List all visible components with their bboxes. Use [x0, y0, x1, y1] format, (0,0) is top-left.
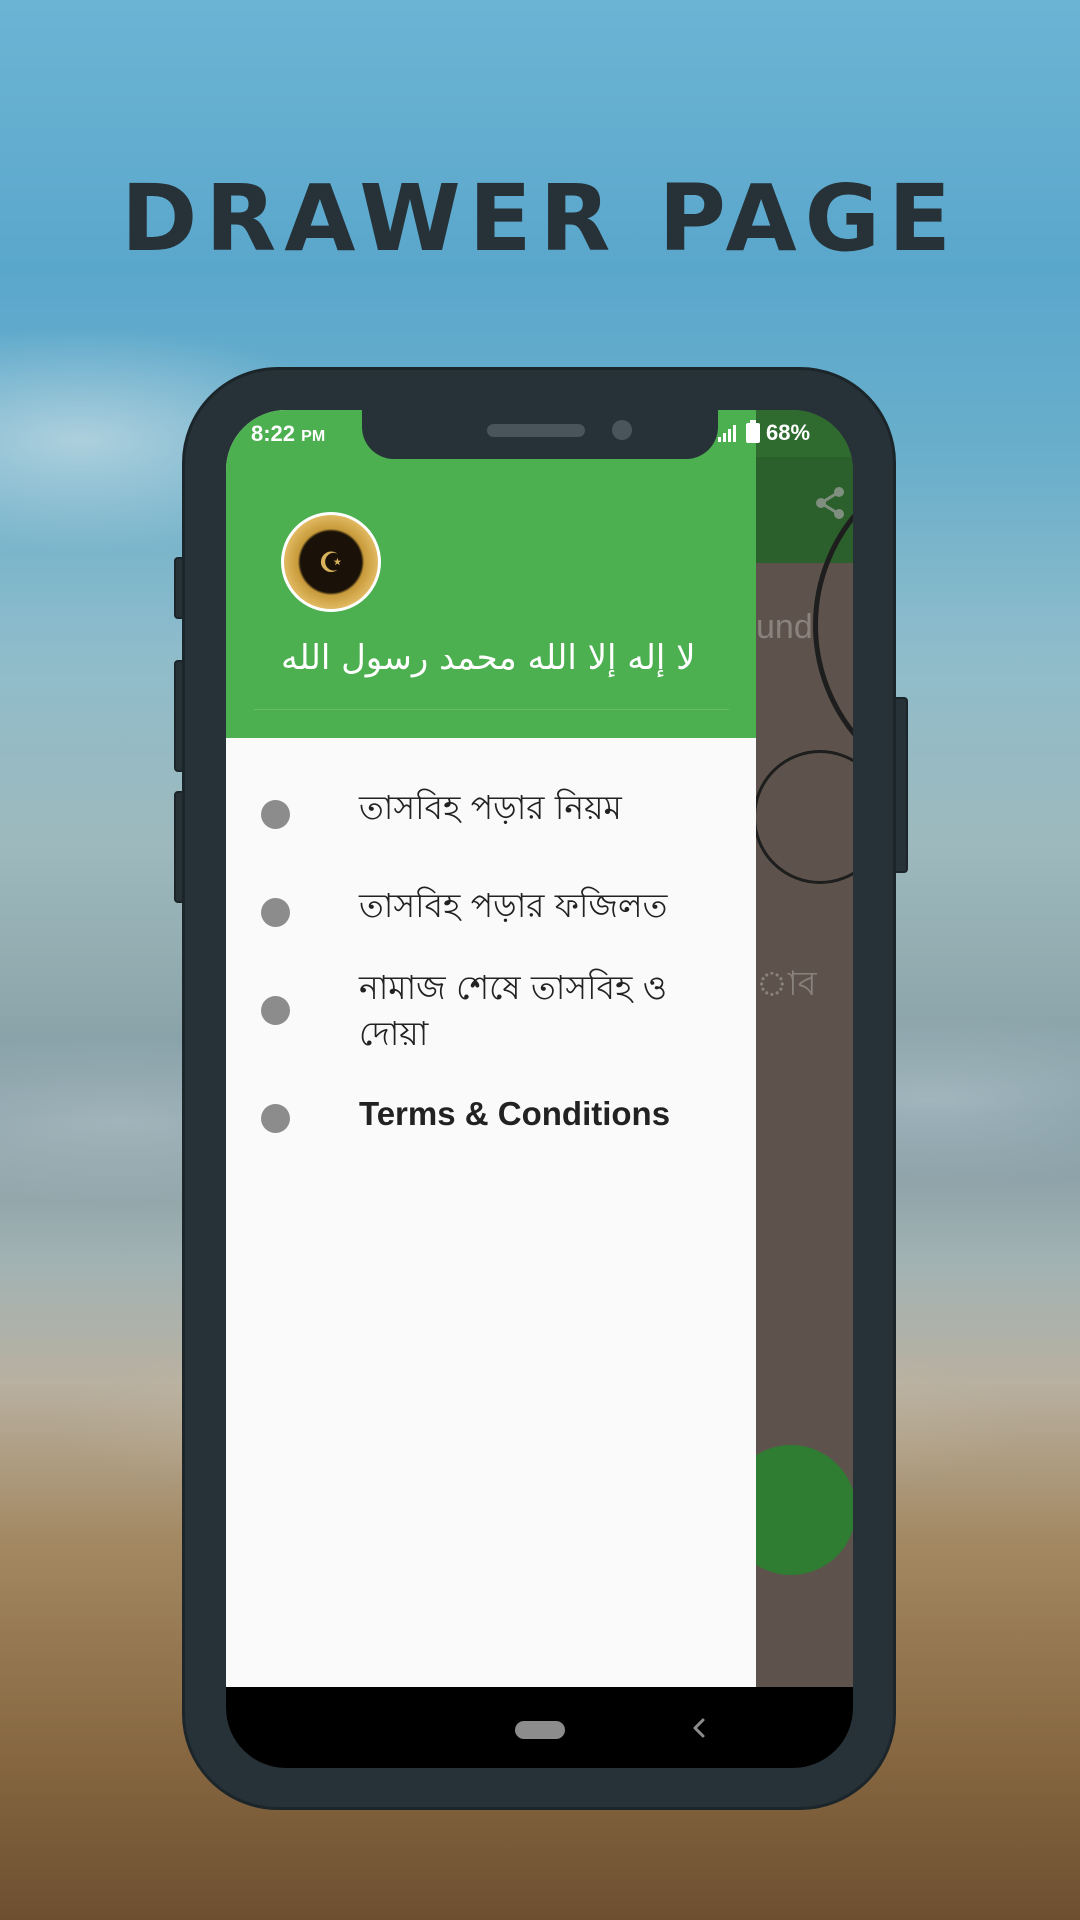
status-time-ampm: PM	[301, 428, 326, 445]
drawer-item-tasbih-rules[interactable]: তাসবিহ পড়ার নিয়ম	[226, 785, 756, 845]
drawer-header-text: لا إله إلا الله محمد رسول الله	[281, 638, 696, 678]
drawer-item-after-prayer-tasbih[interactable]: নামাজ শেষে তাসবিহ ও দোয়া	[226, 953, 756, 1053]
navigation-drawer: ☪ لا إله إلا الله محمد رسول الله তাসবিহ …	[226, 410, 756, 1694]
drawer-item-label: নামাজ শেষে তাসবিহ ও দোয়া	[359, 968, 668, 1053]
back-chevron-icon[interactable]	[686, 1715, 712, 1741]
bullet-icon	[261, 1104, 290, 1133]
drawer-item-label: Terms & Conditions	[359, 1095, 671, 1132]
status-time: 8:22 PM	[251, 421, 325, 447]
home-pill-icon[interactable]	[515, 1721, 565, 1739]
status-icons: 68%	[716, 420, 810, 446]
battery-percent: 68%	[766, 420, 811, 445]
signal-icon	[718, 425, 736, 442]
phone-speaker	[487, 424, 585, 437]
drawer-header: ☪ لا إله إلا الله محمد رسول الله	[226, 410, 756, 738]
bullet-icon	[261, 800, 290, 829]
allah-calligraphy-avatar: ☪	[281, 512, 381, 612]
bullet-icon	[261, 996, 290, 1025]
phone-camera	[612, 420, 632, 440]
header-divider	[254, 709, 729, 710]
drawer-item-label: তাসবিহ পড়ার ফজিলত	[359, 886, 668, 925]
status-time-value: 8:22	[251, 421, 296, 446]
drawer-item-tasbih-virtues[interactable]: তাসবিহ পড়ার ফজিলত	[226, 883, 756, 943]
page-title: DRAWER PAGE	[120, 165, 959, 272]
bullet-icon	[261, 898, 290, 927]
share-icon[interactable]	[812, 485, 848, 521]
phone-screen: und াব ☪ لا إله إلا الله محمد رسول الله …	[226, 410, 853, 1768]
calligraphy-icon: ☪	[318, 545, 344, 579]
background-text-partial-2: াব	[756, 965, 817, 1003]
system-navigation-bar	[226, 1687, 853, 1768]
background-text-partial: und	[756, 608, 813, 646]
drawer-item-label: তাসবিহ পড়ার নিয়ম	[359, 788, 622, 827]
drawer-item-terms[interactable]: Terms & Conditions	[226, 1089, 756, 1149]
battery-icon	[746, 420, 760, 443]
